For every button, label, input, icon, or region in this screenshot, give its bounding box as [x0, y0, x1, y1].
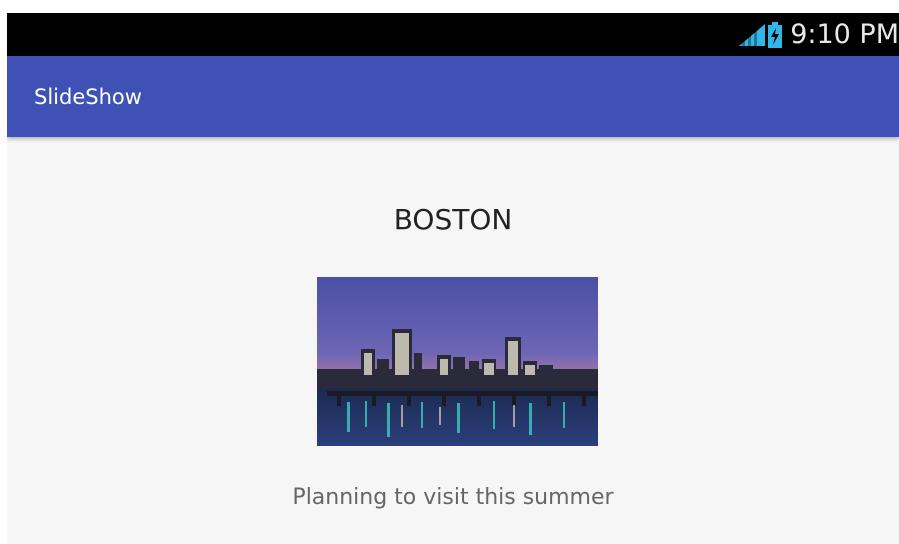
signal-icon — [739, 23, 766, 46]
battery-charging-icon — [768, 21, 783, 48]
status-bar: 9:10 PM — [7, 13, 899, 56]
status-icons: 9:10 PM — [739, 13, 899, 56]
phone-screen: 9:10 PM SlideShow BOSTON Planning to vis… — [7, 13, 899, 544]
slide-caption: Planning to visit this summer — [292, 485, 614, 510]
boston-skyline-night-image[interactable] — [317, 277, 598, 446]
status-clock: 9:10 PM — [790, 19, 899, 50]
app-title: SlideShow — [34, 85, 142, 109]
app-bar: SlideShow — [7, 56, 899, 137]
slide-title: BOSTON — [393, 203, 513, 236]
